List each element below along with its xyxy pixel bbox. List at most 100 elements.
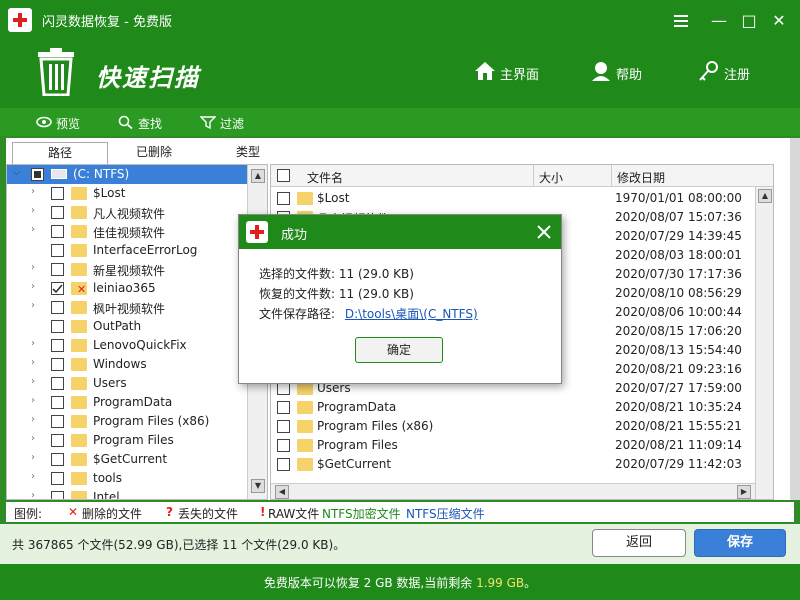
tree-item[interactable]: › Users <box>7 374 247 393</box>
col-name[interactable]: 文件名 <box>307 169 343 186</box>
tree-item[interactable]: › 枫叶视频软件 <box>7 298 247 317</box>
checkbox[interactable] <box>51 377 64 390</box>
chevron-right-icon[interactable]: › <box>31 395 41 406</box>
chevron-right-icon[interactable]: › <box>31 262 41 273</box>
tree-root[interactable]: ⌵ (C: NTFS) <box>7 165 247 184</box>
scroll-up-icon[interactable]: ▲ <box>758 189 772 203</box>
checkbox[interactable] <box>51 396 64 409</box>
folder-icon <box>71 187 87 200</box>
file-date: 2020/07/30 17:17:36 <box>615 267 742 281</box>
chevron-right-icon[interactable]: › <box>31 376 41 387</box>
tree-item-label: ProgramData <box>93 395 173 409</box>
search-button[interactable]: 查找 <box>118 108 166 136</box>
table-row[interactable]: $GetCurrent 2020/07/29 11:42:03 <box>271 455 773 474</box>
chevron-right-icon[interactable]: › <box>31 224 41 235</box>
chevron-right-icon[interactable]: › <box>31 357 41 368</box>
checkbox[interactable] <box>51 415 64 428</box>
checkbox[interactable] <box>51 434 64 447</box>
chevron-right-icon[interactable]: › <box>31 452 41 463</box>
folder-icon <box>71 301 87 314</box>
checkbox[interactable] <box>51 244 64 257</box>
nav-help[interactable]: 帮助 <box>590 60 646 84</box>
tree-item[interactable]: › 新星视频软件 <box>7 260 247 279</box>
ok-button[interactable]: 确定 <box>355 337 443 363</box>
checkbox[interactable] <box>51 472 64 485</box>
preview-button[interactable]: 预览 <box>36 108 84 136</box>
tree-item[interactable]: › $Lost <box>7 184 247 203</box>
chevron-right-icon[interactable]: › <box>31 300 41 311</box>
checkbox[interactable] <box>277 439 290 452</box>
tree-item[interactable]: › Windows <box>7 355 247 374</box>
checkbox[interactable] <box>51 453 64 466</box>
close-icon <box>537 225 551 239</box>
checkbox[interactable] <box>51 263 64 276</box>
table-row[interactable]: $Lost 1970/01/01 08:00:00 <box>271 189 773 208</box>
tree-item[interactable]: › $GetCurrent <box>7 450 247 469</box>
checkbox[interactable] <box>51 301 64 314</box>
chevron-right-icon[interactable]: › <box>31 281 41 292</box>
checkbox[interactable] <box>51 206 64 219</box>
footer: 免费版本可以恢复 2 GB 数据,当前剩余 1.99 GB。 <box>0 564 800 600</box>
checkbox[interactable] <box>277 192 290 205</box>
tree-item[interactable]: › Intel <box>7 488 247 499</box>
table-row[interactable]: ProgramData 2020/08/21 10:35:24 <box>271 398 773 417</box>
save-button[interactable]: 保存 <box>694 529 786 557</box>
tab-type[interactable]: 类型 <box>206 142 290 164</box>
chevron-right-icon[interactable]: › <box>31 414 41 425</box>
list-horizontal-scrollbar[interactable]: ◀ ▶ <box>271 483 755 499</box>
checkbox[interactable] <box>51 320 64 333</box>
tree-item[interactable]: › 佳佳视频软件 <box>7 222 247 241</box>
tree-item[interactable]: › tools <box>7 469 247 488</box>
checkbox[interactable] <box>51 187 64 200</box>
tree-item-label: leiniao365 <box>93 281 156 295</box>
checkbox[interactable] <box>51 282 64 295</box>
checkbox[interactable] <box>51 358 64 371</box>
scroll-right-icon[interactable]: ▶ <box>737 485 751 499</box>
checkbox[interactable] <box>51 225 64 238</box>
list-vertical-scrollbar[interactable]: ▲ <box>755 187 773 499</box>
checkbox[interactable] <box>277 458 290 471</box>
tab-path[interactable]: 路径 <box>12 142 108 164</box>
tree-item[interactable]: › Program Files <box>7 431 247 450</box>
tree-item[interactable]: › ProgramData <box>7 393 247 412</box>
checkbox[interactable] <box>31 168 44 181</box>
tab-deleted[interactable]: 已删除 <box>114 142 194 164</box>
tree-item[interactable]: › 凡人视频软件 <box>7 203 247 222</box>
chevron-right-icon[interactable]: › <box>31 471 41 482</box>
preview-label: 预览 <box>56 117 81 131</box>
tree-item[interactable]: OutPath <box>7 317 247 336</box>
tree-item[interactable]: › Program Files (x86) <box>7 412 247 431</box>
scroll-down-icon[interactable]: ▼ <box>251 479 265 493</box>
chevron-right-icon[interactable]: › <box>31 433 41 444</box>
checkbox[interactable] <box>277 401 290 414</box>
chevron-down-icon[interactable]: ⌵ <box>13 167 23 178</box>
chevron-right-icon[interactable]: › <box>31 186 41 197</box>
nav-home[interactable]: 主界面 <box>474 60 544 84</box>
col-date[interactable]: 修改日期 <box>617 169 665 186</box>
tree-item[interactable]: › leiniao365 ✕ <box>7 279 247 298</box>
tree-item[interactable]: InterfaceErrorLog <box>7 241 247 260</box>
filter-button[interactable]: 过滤 <box>200 108 248 136</box>
checkbox[interactable] <box>51 339 64 352</box>
back-button[interactable]: 返回 <box>592 529 686 557</box>
nav-register[interactable]: 注册 <box>698 60 754 84</box>
checkbox[interactable] <box>51 491 64 499</box>
table-row[interactable]: Program Files (x86) 2020/08/21 15:55:21 <box>271 417 773 436</box>
col-size[interactable]: 大小 <box>539 169 563 186</box>
maximize-button[interactable]: □ <box>736 8 762 34</box>
chevron-right-icon[interactable]: › <box>31 490 41 499</box>
tree-item[interactable]: › LenovoQuickFix <box>7 336 247 355</box>
save-path-link[interactable]: D:\tools\桌面\(C_NTFS) <box>345 307 478 321</box>
scroll-left-icon[interactable]: ◀ <box>275 485 289 499</box>
checkbox[interactable] <box>277 420 290 433</box>
close-button[interactable]: ✕ <box>766 8 792 34</box>
menu-button[interactable] <box>668 8 694 34</box>
minimize-button[interactable]: — <box>706 8 732 34</box>
chevron-right-icon[interactable]: › <box>31 338 41 349</box>
table-row[interactable]: Program Files 2020/08/21 11:09:14 <box>271 436 773 455</box>
dialog-close-button[interactable] <box>533 221 555 243</box>
chevron-right-icon[interactable]: › <box>31 205 41 216</box>
select-all-checkbox[interactable] <box>277 169 290 182</box>
scroll-up-icon[interactable]: ▲ <box>251 169 265 183</box>
folder-icon <box>71 434 87 447</box>
